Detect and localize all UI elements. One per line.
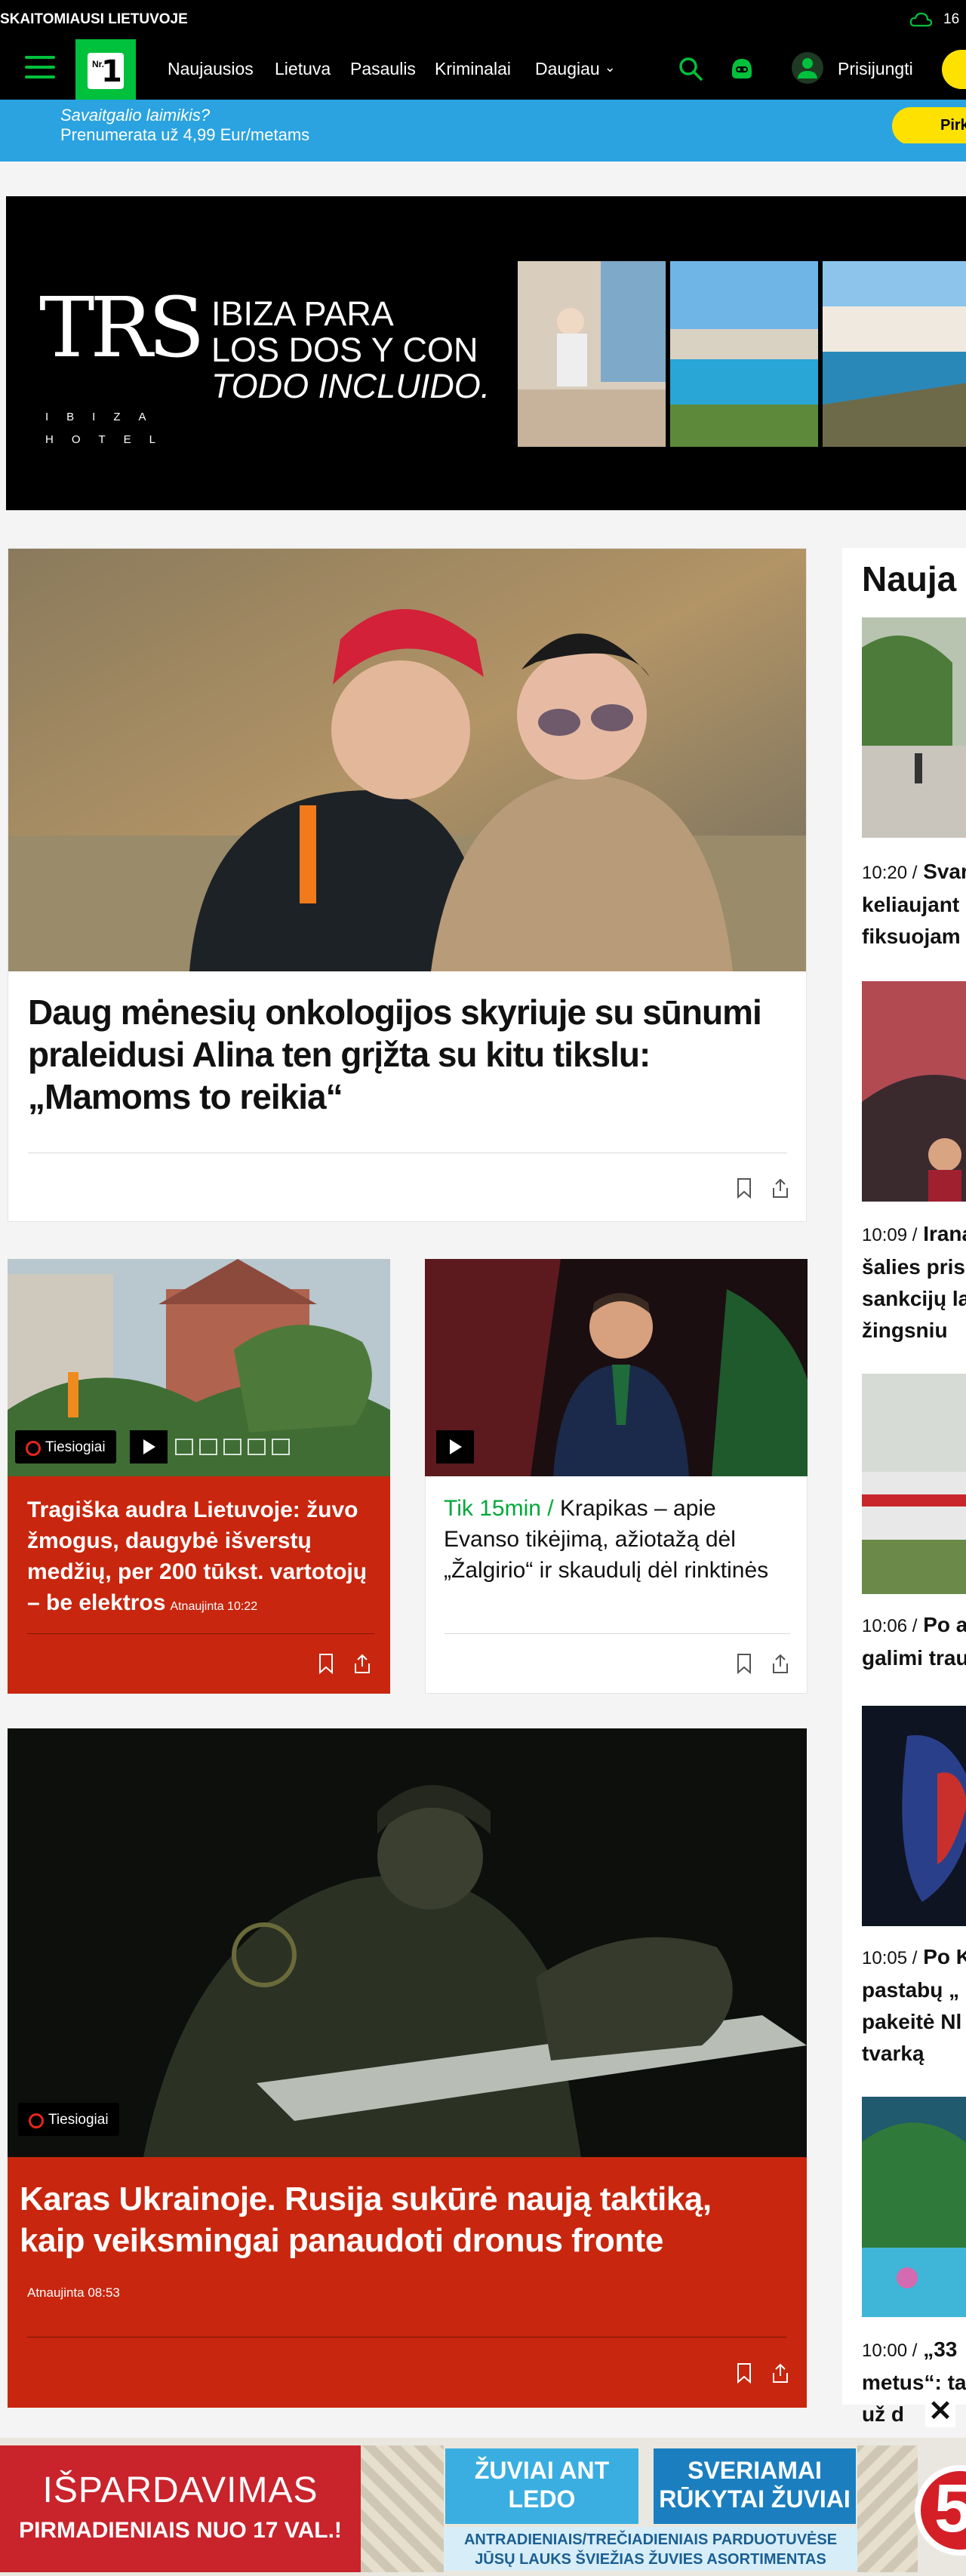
bookmark-icon[interactable] (735, 2362, 753, 2384)
article-kicker: Tik 15min / (444, 1496, 554, 1521)
promo-wave (0, 143, 966, 158)
play-icon[interactable] (130, 1430, 168, 1463)
hotel-room-photo (518, 261, 666, 447)
sidebar-image-1[interactable] (862, 617, 966, 838)
sale-banner: IŠPARDAVIMAS PIRMADIENIAIS NUO 17 VAL.! (0, 2445, 361, 2572)
storm-article-title[interactable]: Tragiška audra Lietuvoje: žuvo žmogus, d… (27, 1494, 376, 1622)
search-icon[interactable] (678, 56, 703, 82)
live-badge: Tiesiogiai (15, 1430, 116, 1463)
ad-badge: 5 (915, 2465, 966, 2556)
gallery-indicator (175, 1439, 296, 1459)
share-icon[interactable] (353, 1653, 371, 1674)
hotel-coast-photo (823, 261, 966, 447)
sidebar-item-1[interactable]: 10:20 / Svar keliaujant fiksuojam (862, 856, 966, 953)
krapikas-divider (445, 1633, 790, 1634)
storm-divider (27, 1633, 374, 1634)
ukraine-updated: Atnaujinta 08:53 (27, 2285, 120, 2300)
nav-daugiau[interactable]: Daugiau (535, 59, 616, 79)
ukraine-article-card[interactable]: Tiesiogiai (8, 1728, 807, 2408)
share-icon[interactable] (771, 1177, 789, 1199)
ukraine-article-image[interactable] (8, 1728, 807, 2157)
krapikas-article-image[interactable] (425, 1259, 808, 1476)
storm-updated: Atnaujinta 10:22 (170, 1600, 258, 1613)
ad-box-smoked: SVERIAMAI RŪKYTAI ŽUVIAI (654, 2448, 856, 2524)
play-icon[interactable] (436, 1430, 474, 1463)
sidebar-item-2[interactable]: 10:09 / Irana šalies pris sankcijų la ži… (862, 1218, 966, 1346)
share-icon[interactable] (771, 2362, 789, 2384)
sidebar-image-3[interactable] (862, 1374, 966, 1594)
sidebar-image-5[interactable] (862, 2097, 966, 2317)
bottom-sticky-ad[interactable]: IŠPARDAVIMAS PIRMADIENIAIS NUO 17 VAL.! … (0, 2438, 966, 2576)
sidebar-title: Nauja (862, 559, 957, 599)
cloud-icon (909, 12, 933, 27)
promo-buy-button[interactable]: Pirk (892, 107, 966, 145)
user-avatar-icon[interactable] (791, 51, 824, 85)
sidebar-image-4[interactable] (862, 1706, 966, 1926)
ukraine-article-title[interactable]: Karas Ukrainoje. Rusija sukūrė naują tak… (20, 2178, 782, 2261)
lead-article-image[interactable] (8, 549, 806, 971)
hotel-pool-photo (670, 261, 818, 447)
ad-decoration (361, 2445, 444, 2572)
nav-kriminalai[interactable]: Kriminalai (435, 59, 511, 79)
bookmark-icon[interactable] (735, 1653, 753, 1674)
hotel-logo-sub: IBIZA HOTEL (45, 411, 174, 446)
site-tagline: SKAITOMIAUSI LIETUVOJE (0, 11, 188, 27)
sidebar-item-4[interactable]: 10:05 / Po K pastabų „ pakeitė Nl tvarką (862, 1941, 966, 2070)
top-strip: SKAITOMIAUSI LIETUVOJE 16 (0, 0, 966, 39)
bookmark-icon[interactable] (317, 1653, 335, 1674)
assistant-icon[interactable] (728, 56, 756, 82)
hotel-advertisement[interactable]: TRS IBIZA HOTEL IBIZA PARA LOS DOS Y CON… (6, 196, 966, 510)
nav-pasaulis[interactable]: Pasaulis (350, 59, 416, 79)
ad-schedule: ANTRADIENIAIS/TREČIADIENIAIS PARDUOTUVĖS… (444, 2527, 857, 2571)
lead-article-card[interactable]: Daug mėnesių onkologijos skyriuje su sūn… (8, 548, 807, 1222)
hotel-ad-copy: IBIZA PARA LOS DOS Y CON TODO INCLUIDO. (211, 294, 491, 405)
lead-article-title[interactable]: Daug mėnesių onkologijos skyriuje su sūn… (28, 991, 790, 1118)
hotel-logo: TRS (39, 279, 205, 376)
bookmark-icon[interactable] (735, 1177, 753, 1199)
nav-naujausios[interactable]: Naujausios (168, 59, 254, 79)
sidebar-image-2[interactable] (862, 981, 966, 1202)
live-badge: Tiesiogiai (18, 2103, 119, 2136)
promo-price: Prenumerata už 4,99 Eur/metams (60, 125, 310, 144)
krapikas-article-title[interactable]: Tik 15min / Krapikas – apie Evanso tikėj… (444, 1493, 792, 1586)
ad-box-ice: ŽUVIAI ANT LEDO (445, 2448, 638, 2524)
logo-one: 1 (101, 54, 122, 89)
login-link[interactable]: Prisijungti (838, 59, 913, 79)
site-logo[interactable]: Nr. 1 (75, 39, 136, 100)
nav-lietuva[interactable]: Lietuva (275, 59, 331, 79)
temperature: 16 (943, 11, 960, 27)
close-ad-button[interactable]: ✕ (925, 2397, 955, 2427)
share-icon[interactable] (771, 1653, 789, 1674)
sidebar-item-3[interactable]: 10:06 / Po a galimi trau (862, 1609, 966, 1674)
promo-question: Savaitgalio laimikis? (60, 106, 211, 125)
ad-decoration (857, 2445, 918, 2572)
menu-icon[interactable] (25, 56, 55, 82)
